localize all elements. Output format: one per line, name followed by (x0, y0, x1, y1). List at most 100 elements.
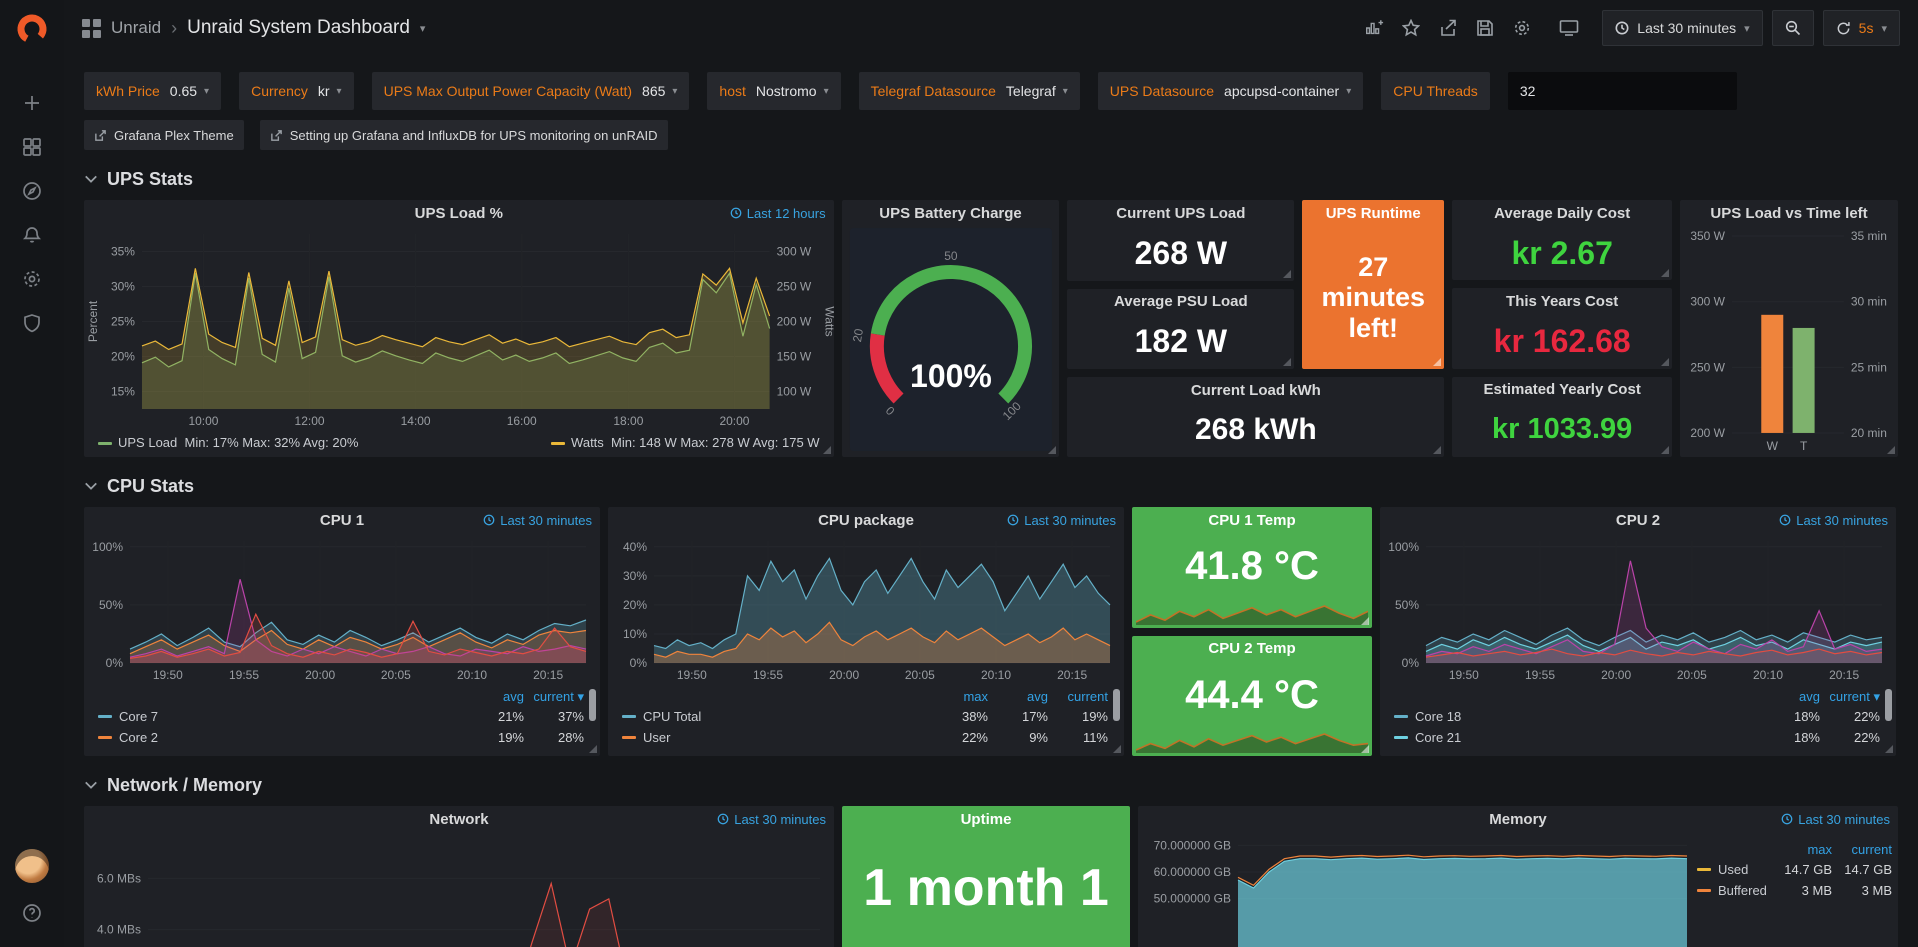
create-icon[interactable] (9, 81, 55, 125)
variable-kwh-price[interactable]: kWh Price 0.65▾ (84, 72, 221, 110)
panel-title[interactable]: CPU 1 Temp (1132, 507, 1372, 533)
panel-cpu1-temp: CPU 1 Temp 41.8 °C (1132, 507, 1372, 628)
share-button[interactable] (1434, 14, 1462, 42)
panel-title[interactable]: Current UPS Load (1067, 200, 1294, 226)
cpu1-temp-sparkline (1136, 601, 1368, 625)
panel-ups-battery: UPS Battery Charge 02050100100% (842, 200, 1060, 457)
title-caret-icon[interactable]: ▾ (420, 22, 426, 35)
cpu2-legend: avgcurrent ▾Core 1818%22%Core 2118%22% (1380, 685, 1896, 748)
refresh-picker[interactable]: 5s ▾ (1823, 10, 1900, 46)
row-header-ups-stats[interactable]: UPS Stats (84, 162, 1898, 196)
svg-text:70.000000 GB: 70.000000 GB (1154, 838, 1231, 852)
link-ups-monitoring-guide[interactable]: Setting up Grafana and InfluxDB for UPS … (260, 120, 668, 150)
legend-header: avgcurrent ▾ (98, 687, 584, 706)
legend-scrollbar[interactable] (589, 689, 596, 721)
panel-avg-daily-cost: Average Daily Cost kr 2.67 (1452, 200, 1672, 280)
legend-row[interactable]: Core 2118%22% (1394, 727, 1880, 748)
svg-text:50%: 50% (1395, 598, 1419, 612)
panel-title[interactable]: UPS Load vs Time left (1680, 200, 1898, 226)
legend-scrollbar[interactable] (1885, 689, 1892, 721)
time-range-picker[interactable]: Last 30 minutes ▾ (1602, 10, 1762, 46)
stat-value: 1 month 1 (842, 858, 1130, 918)
avatar[interactable] (15, 849, 49, 883)
save-button[interactable] (1471, 14, 1499, 42)
panel-title[interactable]: CPU 2 Temp (1132, 636, 1372, 662)
legend-scrollbar[interactable] (1113, 689, 1120, 721)
dropdown-caret-icon: ▾ (1063, 86, 1068, 97)
stat-value: 268 W (1067, 226, 1294, 281)
variable-ups-max-power[interactable]: UPS Max Output Power Capacity (Watt) 865… (372, 72, 690, 110)
variable-ups-datasource[interactable]: UPS Datasource apcupsd-container▾ (1098, 72, 1364, 110)
dashboards-icon[interactable] (9, 125, 55, 169)
svg-text:19:50: 19:50 (1449, 668, 1479, 682)
panel-title[interactable]: CPU 2 Last 30 minutes (1380, 507, 1896, 533)
legend-item[interactable]: UPS Load Min: 17% Max: 32% Avg: 20% (98, 435, 358, 457)
cpu-package-chart[interactable]: 40%30%20%10%0%19:5019:5520:0020:0520:102… (608, 533, 1124, 685)
variable-host[interactable]: host Nostromo▾ (707, 72, 840, 110)
explore-icon[interactable] (9, 169, 55, 213)
ups-load-vs-time-chart[interactable]: 350 W300 W250 W200 W35 min30 min25 min20… (1680, 226, 1898, 457)
panel-title[interactable]: CPU package Last 30 minutes (608, 507, 1124, 533)
row-header-cpu-stats[interactable]: CPU Stats (84, 469, 1898, 503)
svg-text:19:50: 19:50 (153, 668, 183, 682)
legend-row[interactable]: Core 1818%22% (1394, 706, 1880, 727)
panel-title[interactable]: Average PSU Load (1067, 289, 1294, 315)
ups-battery-gauge[interactable]: 02050100100% (842, 226, 1060, 457)
legend-row[interactable]: Used14.7 GB14.7 GB (1697, 859, 1892, 880)
svg-text:20:00: 20:00 (305, 668, 335, 682)
svg-text:20:15: 20:15 (1829, 668, 1859, 682)
panel-title[interactable]: CPU 1 Last 30 minutes (84, 507, 600, 533)
row-header-network-memory[interactable]: Network / Memory (84, 768, 1898, 802)
legend-row[interactable]: CPU Total38%17%19% (622, 706, 1108, 727)
svg-text:100%: 100% (910, 358, 992, 394)
tv-cycle-button[interactable] (1555, 14, 1583, 42)
breadcrumb-section[interactable]: Unraid (111, 18, 161, 38)
help-icon[interactable] (9, 891, 55, 935)
dashboard-title[interactable]: Unraid System Dashboard (187, 17, 410, 39)
cpu1-chart[interactable]: 100%50%0%19:5019:5520:0020:0520:1020:15 (84, 533, 600, 685)
cpu2-chart[interactable]: 100%50%0%19:5019:5520:0020:0520:1020:15 (1380, 533, 1896, 685)
dashboard-picker-icon[interactable] (82, 19, 101, 38)
configuration-icon[interactable] (9, 257, 55, 301)
alerting-icon[interactable] (9, 213, 55, 257)
legend-item[interactable]: Watts Min: 148 W Max: 278 W Avg: 175 W (551, 435, 820, 457)
zoom-out-button[interactable] (1772, 10, 1814, 46)
link-grafana-plex-theme[interactable]: Grafana Plex Theme (84, 120, 244, 150)
variable-currency[interactable]: Currency kr▾ (239, 72, 354, 110)
panel-title[interactable]: Average Daily Cost (1452, 200, 1672, 226)
panel-uptime: Uptime 1 month 1 (842, 806, 1130, 947)
timeshift-label: Last 30 minutes (1781, 806, 1890, 832)
panel-title[interactable]: Network Last 30 minutes (84, 806, 834, 832)
legend-row[interactable]: Core 721%37% (98, 706, 584, 727)
settings-button[interactable] (1508, 14, 1536, 42)
memory-chart[interactable]: 70.000000 GB60.000000 GB50.000000 GB (1138, 832, 1697, 947)
star-button[interactable] (1397, 14, 1425, 42)
panel-title[interactable]: Uptime (842, 806, 1130, 832)
server-admin-icon[interactable] (9, 301, 55, 345)
panel-title[interactable]: UPS Runtime (1302, 200, 1444, 226)
legend-row[interactable]: User22%9%11% (622, 727, 1108, 748)
grafana-logo-icon[interactable] (15, 12, 49, 51)
svg-text:30%: 30% (623, 569, 647, 583)
svg-text:40%: 40% (623, 540, 647, 554)
panel-title[interactable]: UPS Load % Last 12 hours (84, 200, 834, 226)
variable-telegraf-datasource[interactable]: Telegraf Datasource Telegraf▾ (859, 72, 1080, 110)
panel-title[interactable]: Memory Last 30 minutes (1138, 806, 1898, 832)
add-panel-button[interactable] (1360, 14, 1388, 42)
panel-title[interactable]: This Years Cost (1452, 288, 1672, 314)
legend-row[interactable]: Core 219%28% (98, 727, 584, 748)
time-range-caret-icon: ▾ (1744, 22, 1750, 35)
panel-title[interactable]: UPS Battery Charge (842, 200, 1060, 226)
legend-row[interactable]: Buffered3 MB3 MB (1697, 880, 1892, 901)
svg-text:15%: 15% (111, 384, 135, 398)
panel-title[interactable]: Current Load kWh (1067, 377, 1444, 403)
network-chart[interactable]: 6.0 MBs4.0 MBs2.0 MBs (84, 832, 834, 947)
panel-title[interactable]: Estimated Yearly Cost (1452, 377, 1672, 403)
dashboard-links: Grafana Plex Theme Setting up Grafana an… (84, 120, 1898, 150)
template-variables: kWh Price 0.65▾ Currency kr▾ UPS Max Out… (84, 72, 1898, 110)
svg-text:T: T (1800, 439, 1808, 453)
panel-current-load-kwh: Current Load kWh 268 kWh (1067, 377, 1444, 457)
ups-load-chart[interactable]: 35%30%25%20%15%300 W250 W200 W150 W100 W… (84, 226, 834, 431)
cpu-threads-input[interactable] (1508, 72, 1737, 110)
svg-text:20:15: 20:15 (1057, 668, 1087, 682)
